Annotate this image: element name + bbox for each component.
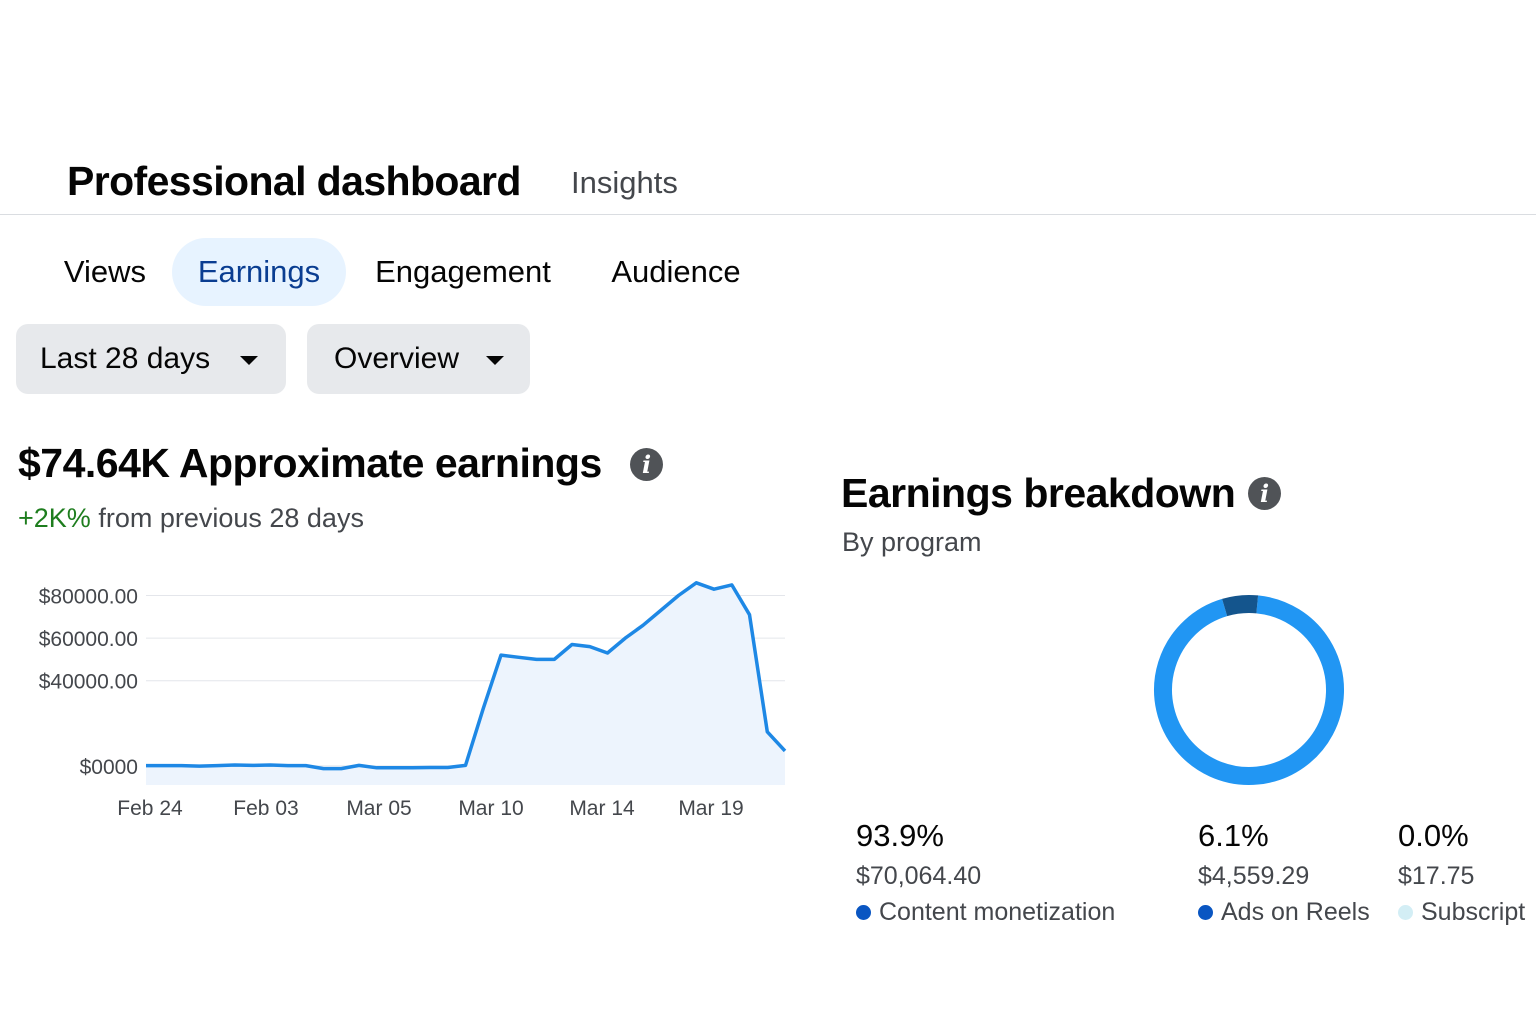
tab-earnings[interactable]: Earnings [172,238,346,306]
legend-amount: $4,559.29 [1198,862,1310,890]
info-icon[interactable]: i [1248,477,1281,510]
legend-label: Subscript [1398,898,1525,927]
legend-label-text: Content monetization [879,898,1116,926]
earnings-donut-chart [1154,595,1344,785]
change-text: from previous 28 days [98,503,364,533]
earnings-total-title: $74.64K Approximate earnings [18,440,602,486]
earnings-change: +2K% from previous 28 days [18,503,364,534]
legend-item-subscriptions: 0.0% $17.75 Subscript [1398,818,1525,927]
date-range-label: Last 28 days [40,342,211,375]
breakdown-subtitle: By program [842,527,982,557]
y-tick-label: $40000.00 [39,671,138,694]
donut-slice [1222,595,1259,617]
tab-engagement[interactable]: Engagement [358,238,568,306]
x-tick-label: Feb 24 [117,797,183,820]
y-tick-label: $80000.00 [39,586,138,609]
caret-down-icon [240,356,258,365]
legend-label: Ads on Reels [1198,898,1370,927]
legend-label: Content monetization [856,898,1115,927]
x-tick-label: Mar 14 [569,797,635,820]
y-tick-label: $0000 [80,756,138,779]
area-fill [146,582,785,785]
y-tick-label: $60000.00 [39,628,138,651]
view-label: Overview [334,342,460,375]
x-tick-label: Mar 10 [458,797,523,820]
info-icon[interactable]: i [630,448,663,481]
legend-dot [1198,905,1213,920]
view-dropdown[interactable]: Overview [307,324,530,394]
earnings-chart: $80000.00 $60000.00 $40000.00 $0000 Feb 24 Fe… [39,581,787,820]
legend-percent: 6.1% [1198,818,1269,853]
donut-slice [1154,595,1344,785]
x-tick-label: Mar 19 [678,797,743,820]
x-tick-label: Mar 05 [346,797,411,820]
header-divider [0,214,1536,215]
legend-amount: $17.75 [1398,862,1475,890]
tab-audience[interactable]: Audience [590,238,762,306]
breakdown-title: Earnings breakdown [841,470,1236,516]
change-value: +2K% [18,503,91,533]
date-range-dropdown[interactable]: Last 28 days [16,324,286,394]
page-title: Professional dashboard [67,158,521,204]
legend-dot [856,905,871,920]
legend-dot [1398,905,1413,920]
x-tick-label: Feb 03 [233,797,298,820]
legend-item-content-monetization: 93.9% $70,064.40 Content monetization [856,818,1115,927]
legend-item-ads-on-reels: 6.1% $4,559.29 Ads on Reels [1198,818,1370,927]
legend-percent: 0.0% [1398,818,1469,853]
legend-amount: $70,064.40 [856,862,982,890]
page-subtitle[interactable]: Insights [571,165,678,201]
legend-label-text: Subscript [1421,898,1526,926]
legend-percent: 93.9% [856,818,944,853]
tab-views[interactable]: Views [45,238,165,306]
caret-down-icon [486,356,504,365]
legend-label-text: Ads on Reels [1221,898,1370,926]
